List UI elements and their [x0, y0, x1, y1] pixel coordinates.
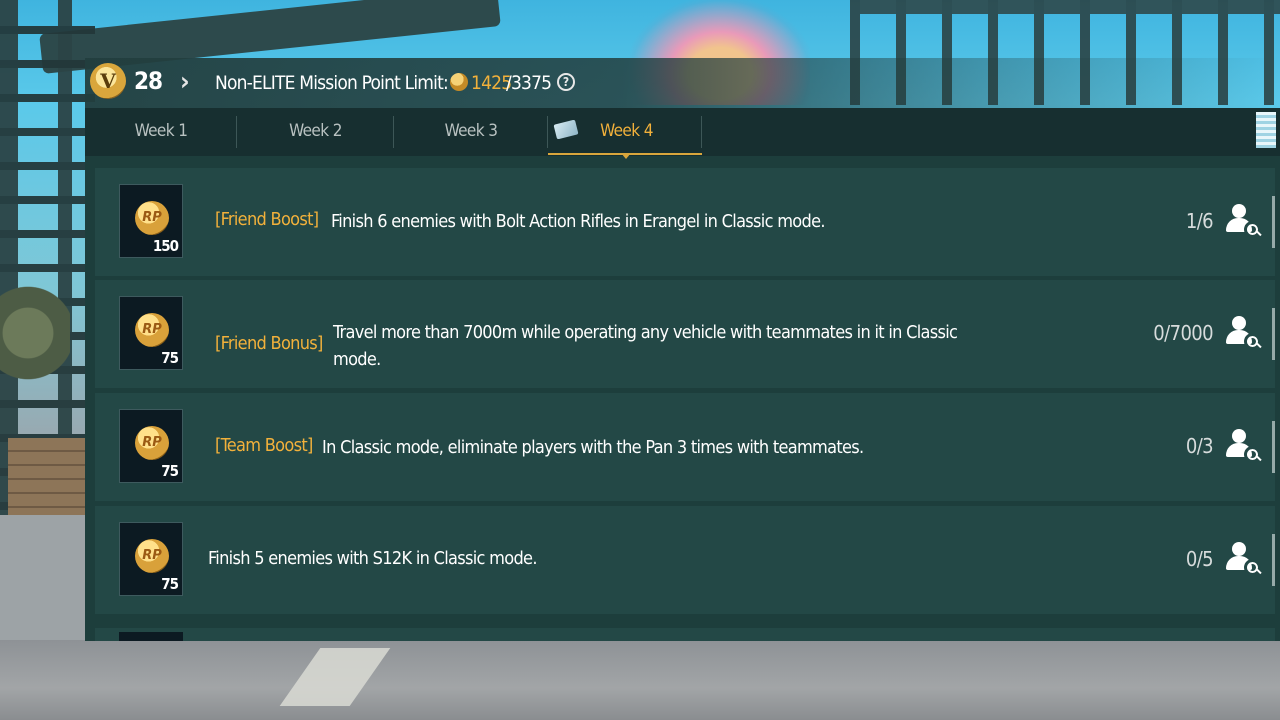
mission-row-partial[interactable]	[95, 628, 1275, 641]
mission-row[interactable]: RP 75 [Team Boost] In Classic mode, elim…	[95, 393, 1275, 501]
mission-progress: 0/5	[1185, 547, 1214, 571]
mission-tag: [Friend Boost]	[215, 209, 319, 230]
mission-tag: [Team Boost]	[215, 435, 313, 456]
friend-search-icon[interactable]	[1225, 316, 1262, 352]
tab-week-4[interactable]: Week 4	[551, 108, 702, 154]
tab-divider	[547, 116, 548, 148]
row-edge-marker	[1272, 534, 1275, 586]
reward-quantity: 75	[161, 575, 179, 593]
mission-progress: 0/7000	[1153, 321, 1213, 345]
level-badge-letter: V	[100, 69, 116, 93]
mission-tag: [Friend Bonus]	[215, 333, 323, 354]
tab-week-3[interactable]: Week 3	[394, 108, 548, 154]
friend-search-icon[interactable]	[1225, 542, 1262, 578]
level-number: 28	[134, 67, 163, 95]
mission-row[interactable]: RP 75 Finish 5 enemies with S12K in Clas…	[95, 506, 1275, 614]
background-crates	[8, 438, 88, 516]
reward-box: RP 75	[119, 522, 183, 596]
row-edge-marker	[1272, 308, 1275, 360]
rp-coin-icon: RP	[135, 313, 169, 347]
row-edge-marker	[1272, 196, 1275, 248]
mission-row[interactable]: RP 75 [Friend Bonus] Travel more than 70…	[95, 280, 1275, 388]
background-trees	[0, 285, 70, 405]
chevron-right-icon[interactable]: ›	[180, 69, 200, 95]
active-tab-caret-icon	[621, 153, 631, 159]
rp-coin-icon: RP	[135, 201, 169, 235]
rp-coin-icon: RP	[135, 426, 169, 460]
reward-box: RP 75	[119, 296, 183, 370]
reward-quantity: 150	[152, 237, 179, 255]
friend-search-icon[interactable]	[1225, 429, 1262, 465]
friend-search-icon[interactable]	[1225, 204, 1262, 240]
mission-progress: 1/6	[1185, 209, 1214, 233]
mission-point-coin-icon	[450, 73, 468, 91]
mission-point-max: /3375	[506, 72, 552, 94]
reward-box: RP 150	[119, 184, 183, 258]
mission-description: Travel more than 7000m while operating a…	[333, 322, 958, 370]
mission-row[interactable]: RP 150 [Friend Boost] Finish 6 enemies w…	[95, 168, 1275, 276]
mission-description: In Classic mode, eliminate players with …	[322, 437, 864, 458]
row-edge-marker	[1272, 421, 1275, 473]
mission-description: Finish 6 enemies with Bolt Action Rifles…	[331, 211, 826, 232]
reward-box: RP 75	[119, 409, 183, 483]
side-panel-handle-icon[interactable]	[1256, 112, 1276, 148]
background-road	[0, 640, 1280, 720]
tab-week-1[interactable]: Week 1	[85, 108, 237, 154]
reward-quantity: 75	[161, 462, 179, 480]
mission-progress: 0/3	[1185, 434, 1214, 458]
help-icon[interactable]: ?	[557, 73, 575, 91]
level-badge-icon: V	[90, 63, 126, 99]
rp-coin-icon: RP	[135, 539, 169, 573]
background-wall	[0, 515, 90, 640]
tab-week-2[interactable]: Week 2	[237, 108, 394, 154]
mission-description: Finish 5 enemies with S12K in Classic mo…	[208, 548, 537, 569]
reward-box	[119, 632, 183, 641]
mission-point-limit-label: Non-ELITE Mission Point Limit:	[215, 72, 449, 94]
reward-quantity: 75	[161, 349, 179, 367]
tab-divider	[701, 116, 702, 148]
